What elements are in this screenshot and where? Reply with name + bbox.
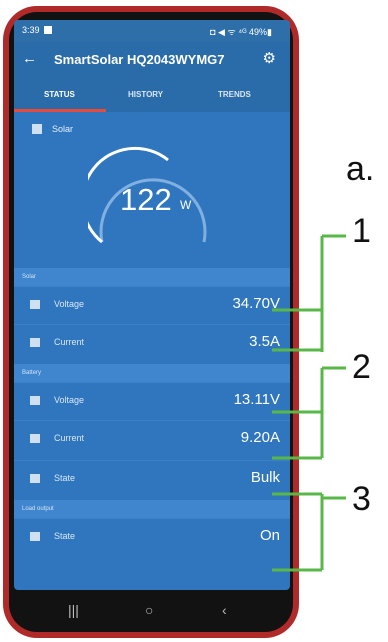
- annotation-brackets: [272, 234, 346, 572]
- annotation-a: a.: [346, 150, 375, 188]
- annotation-3: 3: [352, 480, 371, 518]
- annotation-1: 1: [352, 212, 371, 250]
- annotation-2: 2: [352, 348, 371, 386]
